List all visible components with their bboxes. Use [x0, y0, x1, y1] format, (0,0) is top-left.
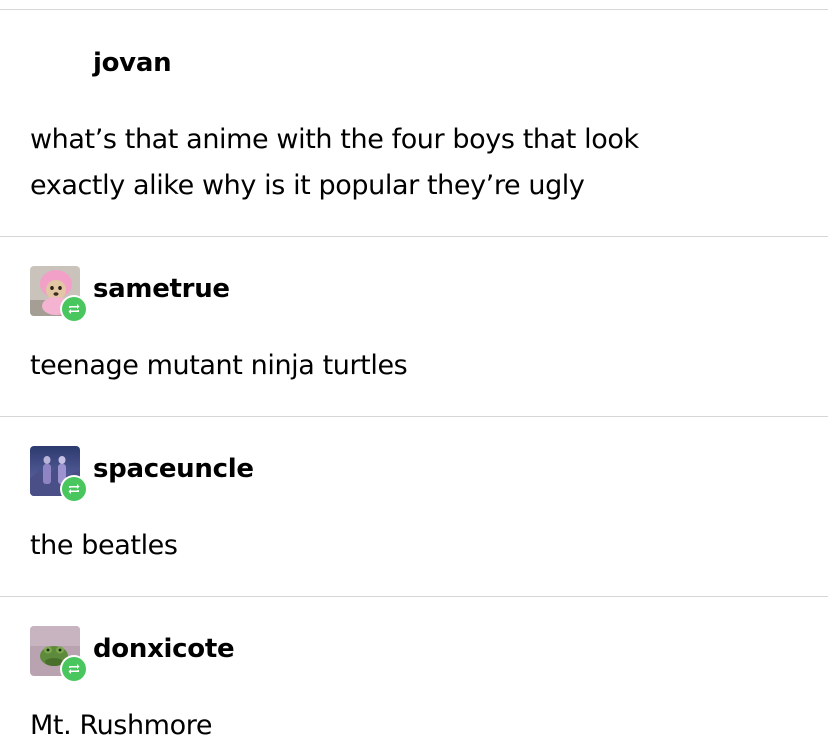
- username[interactable]: jovan: [93, 50, 172, 76]
- post-jovan: jovan what’s that anime with the four bo…: [0, 40, 828, 236]
- username[interactable]: donxicote: [93, 636, 235, 662]
- username[interactable]: sametrue: [93, 276, 230, 302]
- post-body: teenage mutant ninja turtles: [30, 343, 408, 389]
- reblog-icon: [68, 664, 80, 674]
- avatar-container[interactable]: [30, 446, 88, 503]
- post-body: what’s that anime with the four boys tha…: [30, 117, 639, 209]
- reblog-icon: [68, 484, 80, 494]
- reblog-badge: [60, 295, 88, 323]
- top-divider: [0, 9, 828, 10]
- post-body: Mt. Rushmore: [30, 703, 212, 749]
- post-spaceuncle: spaceuncle the beatles: [0, 446, 828, 596]
- post-body-line: Mt. Rushmore: [30, 710, 213, 741]
- post-divider: [0, 416, 828, 417]
- post-header: sametrue: [30, 266, 230, 323]
- post-header: spaceuncle: [30, 446, 254, 503]
- post-body-line: exactly alike why is it popular they’re …: [30, 170, 585, 201]
- post-header: jovan: [30, 40, 172, 90]
- post-body: the beatles: [30, 523, 178, 569]
- reblog-icon: [68, 304, 80, 314]
- avatar-placeholder: [30, 40, 80, 90]
- username[interactable]: spaceuncle: [93, 456, 254, 482]
- reblog-badge: [60, 655, 88, 683]
- post-body-line: what’s that anime with the four boys tha…: [30, 124, 639, 155]
- post-header: donxicote: [30, 626, 235, 683]
- post-sametrue: sametrue teenage mutant ninja turtles: [0, 266, 828, 416]
- post-body-line: teenage mutant ninja turtles: [30, 350, 408, 381]
- post-body-line: the beatles: [30, 530, 178, 561]
- post-donxicote: donxicote Mt. Rushmore: [0, 626, 828, 748]
- post-divider: [0, 596, 828, 597]
- reblog-badge: [60, 475, 88, 503]
- post-divider: [0, 236, 828, 237]
- avatar-container[interactable]: [30, 266, 88, 323]
- avatar-container[interactable]: [30, 626, 88, 683]
